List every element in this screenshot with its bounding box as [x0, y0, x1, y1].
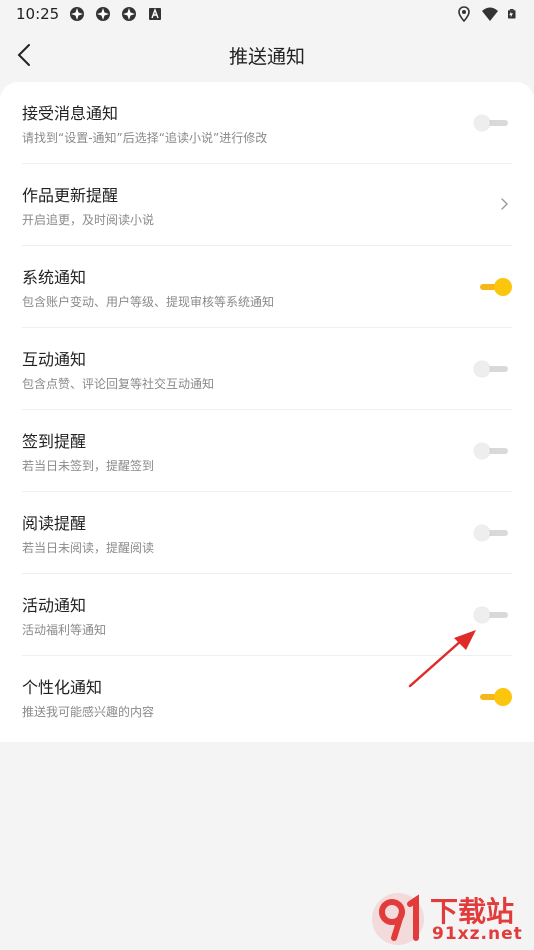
setting-title: 互动通知: [22, 350, 87, 369]
setting-row-accept-messages[interactable]: 接受消息通知 请找到“设置-通知”后选择“追读小说”进行修改: [22, 82, 512, 164]
status-bar: 10:25: [0, 0, 534, 28]
chevron-left-icon: [17, 44, 30, 66]
status-right: [456, 6, 518, 22]
status-time: 10:25: [16, 5, 60, 23]
setting-row-system-notification[interactable]: 系统通知 包含账户变动、用户等级、提现审核等系统通知: [22, 246, 512, 328]
91-logo-icon: [372, 893, 424, 945]
toggle-knob: [494, 278, 512, 296]
header: 推送通知: [0, 28, 534, 82]
setting-subtitle: 请找到“设置-通知”后选择“追读小说”进行修改: [22, 131, 268, 145]
toggle-switch[interactable]: [474, 358, 512, 380]
app-notification-icon: [122, 7, 137, 21]
accessibility-a-icon: [149, 8, 162, 20]
setting-row-reading-reminder[interactable]: 阅读提醒 若当日未阅读，提醒阅读: [22, 492, 512, 574]
toggle-knob: [474, 525, 490, 541]
wifi-icon: [482, 7, 498, 21]
setting-subtitle: 推送我可能感兴趣的内容: [22, 705, 155, 719]
toggle-switch[interactable]: [474, 604, 512, 626]
setting-title: 活动通知: [22, 596, 87, 615]
setting-title: 作品更新提醒: [22, 186, 119, 205]
watermark: 下载站 91xz.net: [370, 890, 530, 948]
setting-title: 阅读提醒: [22, 514, 87, 533]
setting-title: 系统通知: [22, 268, 87, 287]
setting-row-update-reminder[interactable]: 作品更新提醒 开启追更，及时阅读小说: [22, 164, 512, 246]
toggle-knob: [474, 115, 490, 131]
location-icon: [458, 6, 470, 22]
annotation-arrow-icon: [408, 630, 476, 688]
toggle-knob: [474, 443, 490, 459]
setting-title: 个性化通知: [22, 678, 103, 697]
toggle-knob: [474, 361, 490, 377]
setting-row-interaction-notification[interactable]: 互动通知 包含点赞、评论回复等社交互动通知: [22, 328, 512, 410]
status-left: 10:25: [16, 5, 163, 23]
toggle-knob: [474, 607, 490, 623]
toggle-switch[interactable]: [474, 440, 512, 462]
watermark-url: 91xz.net: [432, 924, 523, 944]
toggle-switch[interactable]: [474, 276, 512, 298]
setting-title: 签到提醒: [22, 432, 87, 451]
setting-subtitle: 若当日未签到，提醒签到: [22, 459, 155, 473]
chevron-right-icon[interactable]: [498, 194, 510, 214]
setting-subtitle: 活动福利等通知: [22, 623, 107, 637]
setting-subtitle: 开启追更，及时阅读小说: [22, 213, 155, 227]
setting-subtitle: 包含点赞、评论回复等社交互动通知: [22, 377, 215, 391]
setting-title: 接受消息通知: [22, 104, 119, 123]
toggle-knob: [494, 688, 512, 706]
back-button[interactable]: [10, 40, 38, 70]
app-notification-icon: [96, 7, 111, 21]
page-title: 推送通知: [228, 45, 305, 68]
toggle-switch[interactable]: [474, 112, 512, 134]
setting-row-checkin-reminder[interactable]: 签到提醒 若当日未签到，提醒签到: [22, 410, 512, 492]
battery-charging-icon: [508, 9, 516, 19]
setting-subtitle: 若当日未阅读，提醒阅读: [22, 541, 155, 555]
app-notification-icon: [70, 7, 85, 21]
toggle-switch[interactable]: [474, 522, 512, 544]
setting-subtitle: 包含账户变动、用户等级、提现审核等系统通知: [22, 295, 275, 309]
